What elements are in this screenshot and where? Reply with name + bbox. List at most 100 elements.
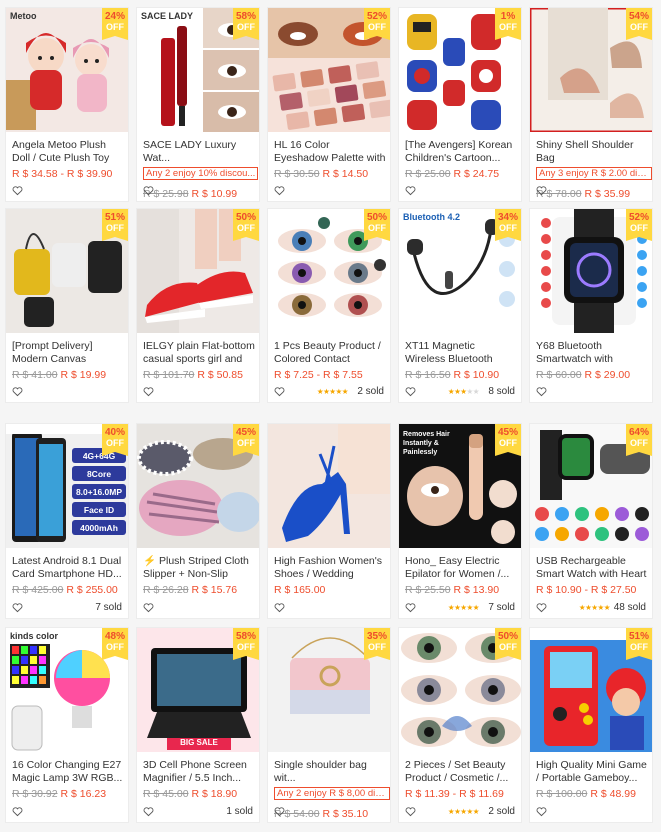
brand-tag: kinds color bbox=[10, 631, 59, 641]
card-footer bbox=[12, 386, 122, 398]
heart-icon[interactable] bbox=[143, 806, 155, 818]
current-price: R $ 15.76 bbox=[191, 584, 238, 596]
heart-icon[interactable] bbox=[405, 185, 417, 197]
heart-icon[interactable] bbox=[274, 602, 286, 614]
price-row: R $ 30.92 R $ 16.23 bbox=[12, 788, 124, 801]
product-title[interactable]: 3D Cell Phone Screen Magnifier / 5.5 Inc… bbox=[143, 759, 255, 785]
original-price: R $ 30.92 bbox=[12, 788, 58, 800]
product-title[interactable]: Angela Metoo Plush Doll / Cute Plush Toy… bbox=[12, 139, 124, 165]
product-info: USB Rechargeable Smart Watch with Heart … bbox=[536, 555, 648, 597]
card-footer bbox=[143, 602, 253, 614]
heart-icon[interactable] bbox=[405, 386, 417, 398]
discount-badge: 50% OFF bbox=[495, 628, 521, 660]
current-price: R $ 18.90 bbox=[191, 788, 238, 800]
product-title[interactable]: HL 16 Color Eyeshadow Palette with High.… bbox=[274, 139, 386, 165]
discount-off-label: OFF bbox=[368, 642, 386, 652]
brand-tag: Metoo bbox=[10, 11, 37, 21]
heart-icon[interactable] bbox=[143, 386, 155, 398]
original-price: R $ 60.00 bbox=[536, 369, 582, 381]
product-title[interactable]: IELGY plain Flat-bottom casual sports gi… bbox=[143, 340, 255, 366]
product-card[interactable]: SACE LADY 58% OFF SACE LADY Luxury Wat... An… bbox=[136, 7, 260, 202]
product-title[interactable]: Shiny Shell Shoulder Bag bbox=[536, 139, 648, 165]
heart-icon[interactable] bbox=[274, 806, 286, 818]
heart-icon[interactable] bbox=[274, 386, 286, 398]
product-card[interactable]: Bluetooth 4.2 34% OFF XT11 Magnetic Wireles… bbox=[398, 208, 522, 403]
heart-icon[interactable] bbox=[12, 185, 24, 197]
product-card[interactable]: High Fashion Women's Shoes / Wedding Sho… bbox=[267, 423, 391, 619]
product-info: 2 Pieces / Set Beauty Product / Cosmetic… bbox=[405, 759, 517, 801]
product-title[interactable]: ⚡ Plush Striped Cloth Slipper + Non-Slip… bbox=[143, 555, 255, 581]
product-card[interactable]: 51%OFF [Prompt Delivery] Modern Canvas Sh… bbox=[5, 208, 129, 403]
original-price: R $ 425.00 bbox=[12, 584, 64, 596]
heart-icon[interactable] bbox=[12, 386, 24, 398]
product-title[interactable]: 16 Color Changing E27 Magic Lamp 3W RGB.… bbox=[12, 759, 124, 785]
product-title[interactable]: 1 Pcs Beauty Product / Colored Contact L… bbox=[274, 340, 386, 366]
discount-badge: 51% OFF bbox=[626, 628, 652, 660]
product-title[interactable]: High Quality Mini Game / Portable Gamebo… bbox=[536, 759, 648, 785]
rating-stars: ★★★★★ bbox=[447, 807, 480, 816]
heart-icon[interactable] bbox=[12, 602, 24, 614]
product-card[interactable]: 1% OFF [The Avengers] Korean Children's Ca… bbox=[398, 7, 522, 202]
discount-percent: 51% bbox=[628, 631, 649, 642]
discount-badge: 48% OFF bbox=[102, 628, 128, 660]
product-card[interactable]: Removes Hair Instantly & Painlessly 45% OF… bbox=[398, 423, 522, 619]
product-title[interactable]: [The Avengers] Korean Children's Cartoon… bbox=[405, 139, 517, 165]
product-card[interactable]: 52%OFF Y68 Bluetooth Smartwatch with Fitn… bbox=[529, 208, 653, 403]
price-row: R $ 101.70 R $ 50.85 bbox=[143, 369, 255, 382]
product-card[interactable]: 64% OFF USB Rechargeable Smart Watch with … bbox=[529, 423, 653, 619]
discount-badge: 50% OFF bbox=[364, 209, 390, 241]
product-card[interactable]: 50% OFF 2 Pieces / Set Beauty Product / Co… bbox=[398, 627, 522, 823]
heart-icon[interactable] bbox=[405, 602, 417, 614]
current-price: R $ 50.85 bbox=[197, 369, 243, 381]
discount-off-label: OFF bbox=[499, 642, 517, 652]
product-title[interactable]: XT11 Magnetic Wireless Bluetooth Headset… bbox=[405, 340, 517, 366]
heart-icon[interactable] bbox=[405, 806, 417, 818]
product-title[interactable]: SACE LADY Luxury Wat... bbox=[143, 139, 255, 165]
product-card[interactable]: 45% OFF ⚡ Plush Striped Cloth Slipper + No… bbox=[136, 423, 260, 619]
product-title[interactable]: USB Rechargeable Smart Watch with Heart … bbox=[536, 555, 648, 581]
product-title[interactable]: Latest Android 8.1 Dual Card Smartphone … bbox=[12, 555, 124, 581]
heart-icon[interactable] bbox=[12, 806, 24, 818]
product-card[interactable]: kinds color 48% OFF 16 Color Changing E27 M… bbox=[5, 627, 129, 823]
product-card[interactable]: 50% OFF IELGY plain Flat-bottom casual spo… bbox=[136, 208, 260, 403]
current-price: R $ 16.23 bbox=[60, 788, 107, 800]
product-card[interactable]: Shop.Ready.Stock 51% OFF High Quality Mini … bbox=[529, 627, 653, 823]
product-title[interactable]: Single shoulder bag wit... bbox=[274, 759, 386, 785]
card-footer bbox=[536, 185, 646, 197]
heart-icon[interactable] bbox=[143, 602, 155, 614]
card-footer bbox=[405, 185, 515, 197]
original-price: R $ 16.50 bbox=[405, 369, 451, 381]
product-title[interactable]: High Fashion Women's Shoes / Wedding Sho… bbox=[274, 555, 386, 581]
sold-count: 48 sold bbox=[613, 602, 646, 613]
product-card[interactable]: BIG SALE 58% OFF 3D Cell Phone Screen Magni… bbox=[136, 627, 260, 823]
heart-icon[interactable] bbox=[536, 602, 548, 614]
price-row: R $ 25.50 R $ 13.90 bbox=[405, 584, 517, 597]
sold-count: 1 sold bbox=[226, 806, 253, 817]
product-card[interactable]: 50% OFF 1 Pcs Beauty Product / Colored Con… bbox=[267, 208, 391, 403]
product-card[interactable]: 4G+64G 8Core 8.0+16.0MP Face ID 4000mAh 40% OF… bbox=[5, 423, 129, 619]
card-footer: ★★★★★ 48 sold bbox=[536, 602, 646, 614]
discount-badge: 58% OFF bbox=[233, 8, 259, 40]
discount-off-label: OFF bbox=[106, 438, 124, 448]
heart-icon[interactable] bbox=[536, 386, 548, 398]
discount-percent: 34% bbox=[497, 212, 518, 223]
heart-icon[interactable] bbox=[274, 185, 286, 197]
product-card[interactable]: 52% OFF HL 16 Color Eyeshadow Palette with… bbox=[267, 7, 391, 202]
product-title[interactable]: Hono_ Easy Electric Epilator for Women /… bbox=[405, 555, 517, 581]
product-title[interactable]: [Prompt Delivery] Modern Canvas Should..… bbox=[12, 340, 124, 366]
heart-icon[interactable] bbox=[536, 806, 548, 818]
card-footer bbox=[143, 185, 253, 197]
product-image[interactable] bbox=[268, 424, 390, 548]
product-title[interactable]: Y68 Bluetooth Smartwatch with Fitnes... bbox=[536, 340, 648, 366]
spec-label: Face ID bbox=[83, 505, 115, 515]
product-card[interactable]: Metoo 24% OFF Angela Metoo Plush Doll / Cut… bbox=[5, 7, 129, 202]
product-title[interactable]: 2 Pieces / Set Beauty Product / Cosmetic… bbox=[405, 759, 517, 785]
current-price: R $ 13.90 bbox=[453, 584, 500, 596]
rating-stars: ★★★★★ bbox=[447, 603, 480, 612]
product-card[interactable]: 54% OFF Shiny Shell Shoulder Bag Any 3 enjo… bbox=[529, 7, 653, 202]
product-card[interactable]: 35% OFF Single shoulder bag wit... Any 2 en… bbox=[267, 627, 391, 823]
heart-icon[interactable] bbox=[536, 185, 548, 197]
heart-icon[interactable] bbox=[143, 185, 155, 197]
card-footer bbox=[274, 185, 384, 197]
discount-off-label: OFF bbox=[237, 22, 255, 32]
